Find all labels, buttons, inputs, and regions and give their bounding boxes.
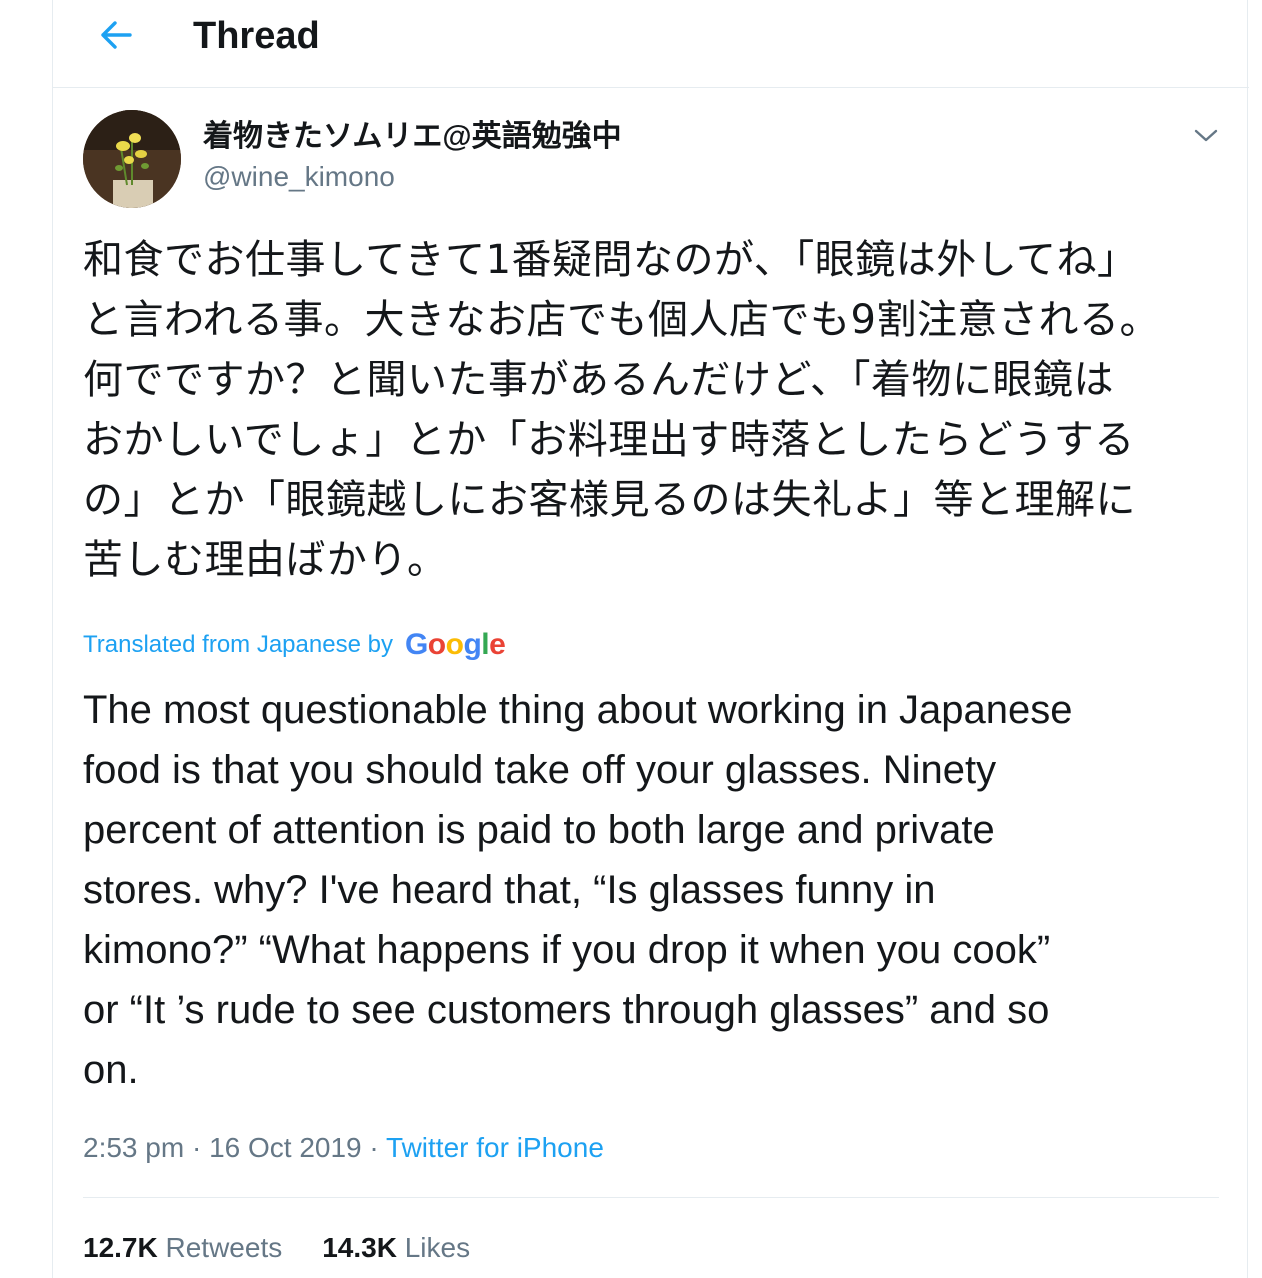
tweet-line: kimono?” “What happens if you drop it wh… — [83, 928, 1051, 972]
chevron-down-icon — [1194, 129, 1218, 142]
more-options-button[interactable] — [1183, 116, 1229, 156]
page-title: Thread — [193, 15, 320, 57]
tweet-line: 苦しむ理由ばかり。 — [83, 537, 448, 583]
arrow-left-icon — [101, 21, 132, 49]
tweet-line: と言われる事。大きなお店でも個人店でも9割注意される。 — [83, 297, 1160, 343]
user-handle[interactable]: @wine_kimono — [203, 159, 395, 195]
retweets-stat[interactable]: 12.7K Retweets — [83, 1228, 282, 1268]
meta-separator: · — [191, 1132, 202, 1163]
tweet-line: 何でですか？と聞いた事があるんだけど、「着物に眼鏡は — [83, 357, 1114, 403]
tweet-line: 和食でお仕事してきて1番疑問なのが、「眼鏡は外してね」 — [83, 237, 1138, 283]
google-logo: Google — [404, 628, 506, 661]
tweet-line: おかしいでしょ」とか「お料理出す時落としたらどうする — [83, 417, 1135, 463]
tweet-time[interactable]: 2:53 pm — [83, 1132, 184, 1163]
tweet-source-link[interactable]: Twitter for iPhone — [386, 1132, 604, 1163]
likes-count: 14.3K — [322, 1232, 397, 1263]
tweet-line: The most questionable thing about workin… — [83, 688, 1073, 732]
tweet-text-original: 和食でお仕事してきて1番疑問なのが、「眼鏡は外してね」 と言われる事。大きなお店… — [83, 230, 1223, 590]
likes-stat[interactable]: 14.3K Likes — [322, 1228, 470, 1268]
thread-header: Thread — [53, 0, 1249, 88]
tweet-stats: 12.7K Retweets 14.3K Likes — [83, 1228, 510, 1268]
tweet-metadata: 2:53 pm · 16 Oct 2019 · Twitter for iPho… — [83, 1128, 604, 1168]
tweet-line: on. — [83, 1048, 139, 1092]
thread-column: Thread 着物きたソムリエ@英語勉強中 @wine_kimono 和食でお仕… — [52, 0, 1249, 1278]
divider — [83, 1197, 1219, 1198]
likes-label: Likes — [404, 1232, 471, 1263]
tweet-text-translated: The most questionable thing about workin… — [83, 680, 1203, 1100]
tweet-line: food is that you should take off your gl… — [83, 748, 997, 792]
retweets-label: Retweets — [165, 1232, 283, 1263]
tweet-date[interactable]: 16 Oct 2019 — [209, 1132, 362, 1163]
user-name[interactable]: 着物きたソムリエ@英語勉強中 — [203, 118, 622, 156]
avatar[interactable] — [83, 110, 181, 208]
retweets-count: 12.7K — [83, 1232, 158, 1263]
back-button[interactable] — [93, 12, 139, 58]
avatar-image — [83, 110, 181, 208]
tweet-line: の」とか「眼鏡越しにお客様見るのは失礼よ」等と理解に — [83, 477, 1136, 523]
tweet-line: stores. why? I've heard that, “Is glasse… — [83, 868, 936, 912]
tweet-line: percent of attention is paid to both lar… — [83, 808, 995, 852]
translation-label: Translated from Japanese by — [83, 631, 393, 658]
meta-separator: · — [369, 1132, 379, 1163]
translation-attribution[interactable]: Translated from Japanese by Google — [83, 628, 506, 662]
tweet-line: or “It ’s rude to see customers through … — [83, 988, 1050, 1032]
